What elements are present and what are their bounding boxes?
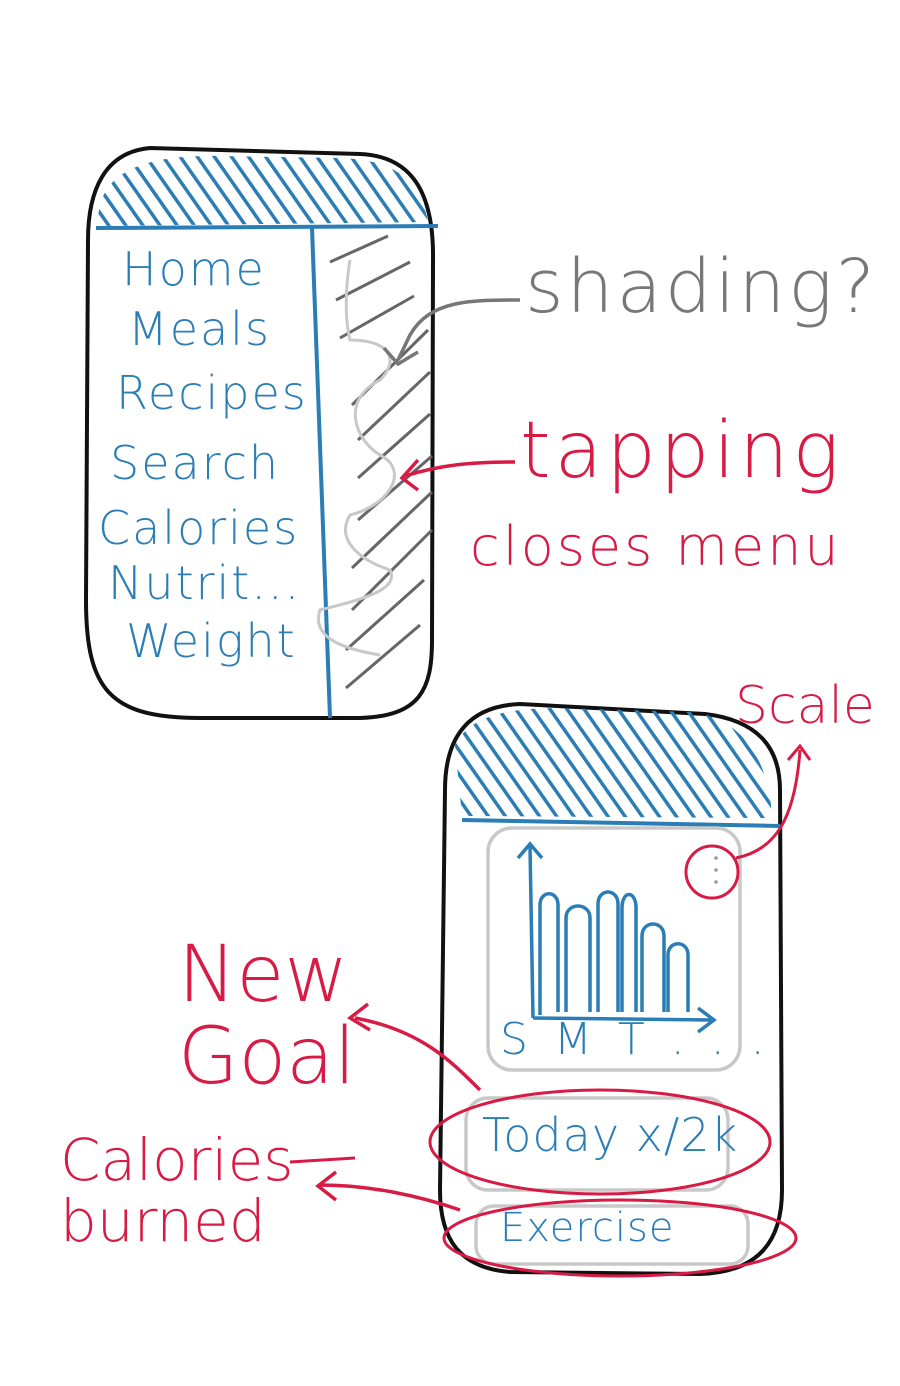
annotation-shading: shading? xyxy=(525,244,878,330)
annotation-new-goal: New Goal xyxy=(178,930,356,1102)
chart-axis-days-label: S M T . . . xyxy=(500,1014,771,1065)
menu-item-search[interactable]: Search xyxy=(110,440,280,486)
chart-bar xyxy=(538,892,560,1015)
chart-bars xyxy=(538,890,690,1015)
vertical-dots-icon[interactable] xyxy=(714,856,718,884)
annotation-tapping: tapping xyxy=(520,406,844,496)
today-card-label: Today x/2k xyxy=(482,1108,739,1162)
overlay-light-scribble xyxy=(316,259,396,657)
menu-item-meals[interactable]: Meals xyxy=(128,306,271,352)
chart-bar xyxy=(596,890,620,1012)
annotation-closes-menu: closes menu xyxy=(470,515,842,578)
chart-menu-dots-outline xyxy=(684,844,740,900)
exercise-card-label: Exercise xyxy=(500,1205,675,1251)
menu-item-calories[interactable]: Calories xyxy=(98,505,299,551)
phone-2-header-hatch xyxy=(455,708,772,818)
chart-bar xyxy=(666,942,690,1012)
annotation-scale: Scale xyxy=(735,676,875,736)
chart-bar xyxy=(564,904,592,1012)
phone-dashboard-screen xyxy=(289,701,812,1278)
menu-item-weight[interactable]: Weight xyxy=(126,618,297,664)
phone-1-header-hatch xyxy=(96,155,428,226)
chart-bar xyxy=(640,922,666,1012)
phone-1-header-line xyxy=(95,224,439,230)
chart-bar xyxy=(620,892,638,1012)
menu-item-home[interactable]: Home xyxy=(122,246,266,292)
sketch-canvas: Home Meals Recipes Search Calories Nutri… xyxy=(0,0,900,1386)
menu-item-nutrition[interactable]: Nutrit... xyxy=(108,560,301,606)
chart-y-axis xyxy=(528,845,535,1019)
menu-panel-edge xyxy=(310,227,332,719)
phone-2-header-line xyxy=(461,818,781,828)
annotation-calories-burned: Calories burned xyxy=(60,1126,294,1255)
new-goal-arrow xyxy=(354,1016,482,1092)
menu-item-recipes[interactable]: Recipes xyxy=(116,370,308,416)
